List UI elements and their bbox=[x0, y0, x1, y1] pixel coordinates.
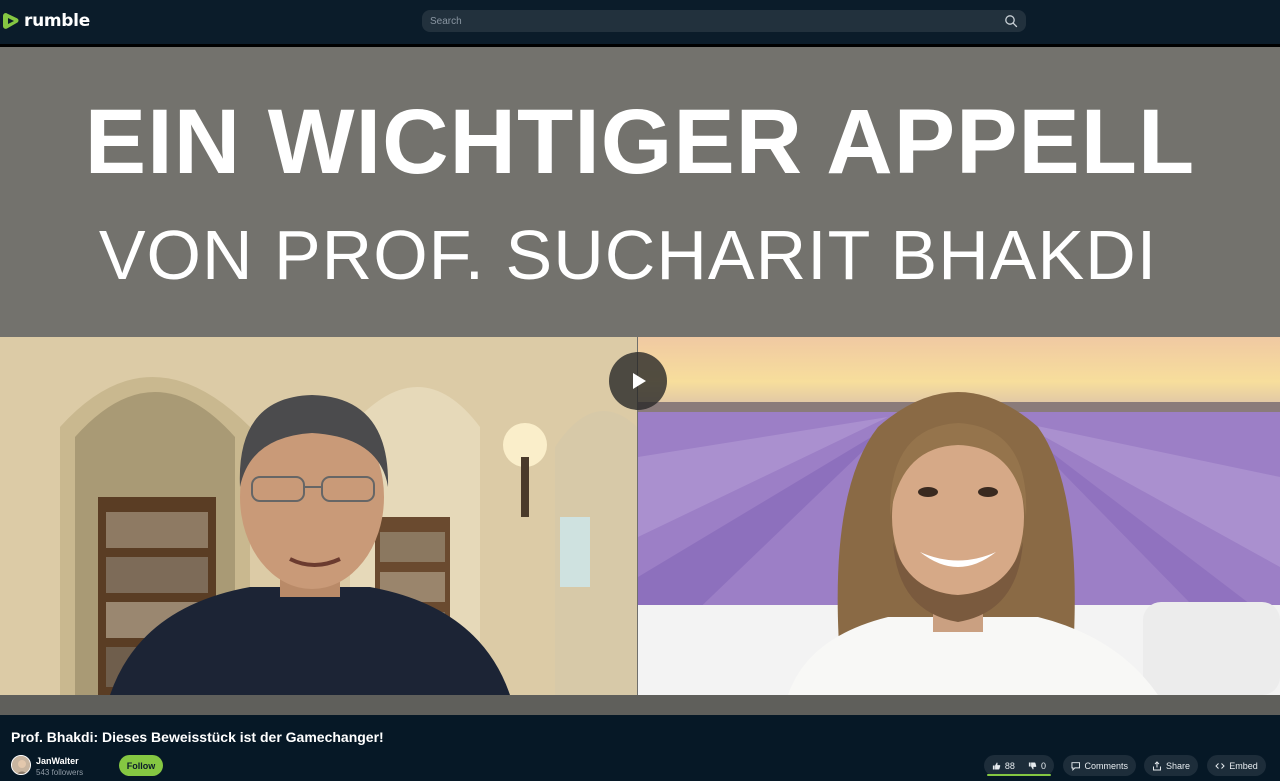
play-button[interactable] bbox=[609, 352, 667, 410]
left-speaker-scene bbox=[0, 337, 637, 695]
avatar-image bbox=[12, 756, 30, 774]
vote-ratio-bar bbox=[987, 774, 1051, 776]
follow-button[interactable]: Follow bbox=[119, 755, 163, 776]
share-label: Share bbox=[1165, 760, 1190, 771]
video-bottom-strip bbox=[0, 695, 1280, 715]
channel-avatar[interactable] bbox=[11, 755, 31, 775]
embed-button[interactable]: Embed bbox=[1207, 755, 1266, 776]
overlay-subheadline: VON PROF. SUCHARIT BHAKDI bbox=[98, 216, 1158, 294]
dislike-count: 0 bbox=[1040, 760, 1046, 771]
search-input[interactable] bbox=[430, 15, 1004, 27]
rumble-logo[interactable]: rumble bbox=[2, 10, 90, 32]
top-navigation-bar: rumble bbox=[0, 0, 1280, 44]
search-icon[interactable] bbox=[1004, 14, 1018, 28]
brand-name: rumble bbox=[24, 11, 90, 31]
follower-count: 543 followers bbox=[36, 768, 84, 777]
thumbs-down-icon[interactable] bbox=[1028, 761, 1037, 771]
rumble-logo-icon bbox=[3, 13, 19, 29]
like-count: 88 bbox=[1004, 760, 1015, 771]
vote-buttons: 88 0 bbox=[984, 755, 1054, 776]
embed-code-icon bbox=[1215, 762, 1225, 769]
video-info-section: Prof. Bhakdi: Dieses Beweisstück ist der… bbox=[0, 715, 1280, 781]
embed-label: Embed bbox=[1229, 760, 1258, 771]
share-button[interactable]: Share bbox=[1144, 755, 1198, 776]
play-icon bbox=[633, 373, 646, 389]
video-title-banner: EIN WICHTIGER APPELL VON PROF. SUCHARIT … bbox=[0, 47, 1280, 337]
right-speaker-scene bbox=[638, 337, 1280, 695]
overlay-headline: EIN WICHTIGER APPELL bbox=[84, 91, 1196, 193]
video-title: Prof. Bhakdi: Dieses Beweisstück ist der… bbox=[11, 729, 384, 745]
video-player[interactable]: EIN WICHTIGER APPELL VON PROF. SUCHARIT … bbox=[0, 47, 1280, 715]
video-frame-right-speaker bbox=[638, 337, 1280, 695]
comment-icon bbox=[1071, 761, 1081, 771]
comments-label: Comments bbox=[1084, 760, 1128, 771]
comments-button[interactable]: Comments bbox=[1063, 755, 1136, 776]
search-bar[interactable] bbox=[422, 10, 1026, 32]
thumbs-up-icon[interactable] bbox=[992, 761, 1001, 771]
video-frame-left-speaker bbox=[0, 337, 637, 695]
channel-name[interactable]: JanWalter bbox=[36, 756, 79, 766]
share-icon bbox=[1152, 760, 1161, 770]
